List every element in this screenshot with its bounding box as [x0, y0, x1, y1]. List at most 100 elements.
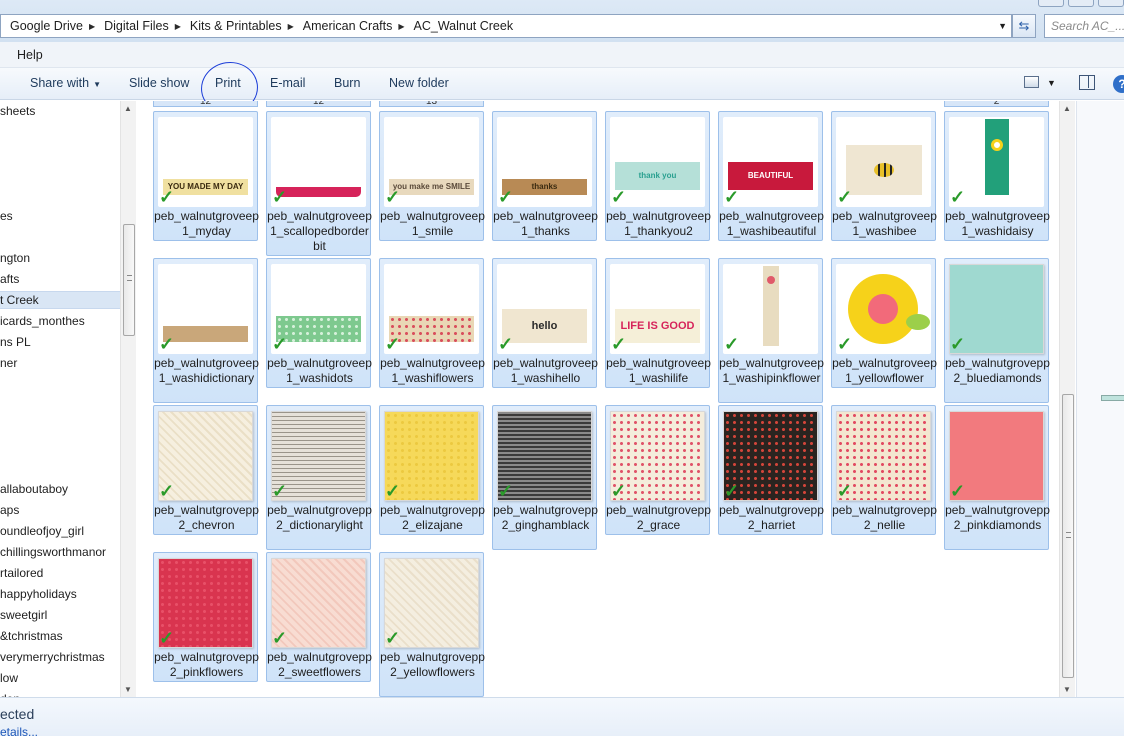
file-name: peb_walnutgrovepp2_nellie	[832, 503, 937, 532]
new-folder-button[interactable]: New folder	[389, 76, 449, 90]
preview-pane	[1076, 101, 1124, 697]
scroll-up-icon[interactable]: ▲	[124, 104, 132, 113]
refresh-icon: ⇆	[1018, 18, 1030, 33]
navigation-scrollbar[interactable]: ▲ ▼	[120, 101, 136, 697]
maximize-button[interactable]	[1068, 0, 1094, 7]
file-item[interactable]: YOU MADE MY DAY ✓ peb_walnutgroveep1_myday	[153, 111, 259, 241]
nav-item[interactable]: low	[0, 671, 18, 685]
sync-check-icon: ✓	[385, 334, 401, 354]
view-options-icon[interactable]	[1024, 76, 1039, 88]
sync-check-icon: ✓	[385, 481, 401, 501]
file-item-partial[interactable]: 12	[153, 101, 258, 107]
file-item[interactable]: ✓ peb_walnutgrovepp2_sweetflowers	[266, 552, 372, 682]
bee-icon	[846, 145, 922, 195]
nav-item[interactable]: ner	[0, 356, 17, 370]
file-name: peb_walnutgrovepp2_pinkdiamonds	[945, 503, 1050, 532]
file-item[interactable]: ✓ peb_walnutgrovepp2_harriet	[718, 405, 824, 535]
file-item[interactable]: ✓ peb_walnutgrovepp2_chevron	[153, 405, 259, 535]
file-item[interactable]: you make me SMILE ✓ peb_walnutgroveep1_smi…	[379, 111, 485, 241]
breadcrumb-item[interactable]: AC_Walnut Creek	[405, 19, 520, 33]
close-button[interactable]	[1098, 0, 1124, 7]
file-item-partial[interactable]: 12	[266, 101, 371, 107]
file-item[interactable]: ✓ peb_walnutgrovepp2_pinkflowers	[153, 552, 259, 682]
search-input[interactable]: Search AC_...	[1044, 14, 1124, 38]
nav-item[interactable]: chillingsworthmanor	[0, 545, 106, 559]
file-name: peb_walnutgroveep1_washidaisy	[945, 209, 1050, 238]
sync-check-icon: ✓	[498, 334, 514, 354]
slide-show-button[interactable]: Slide show	[129, 76, 189, 90]
nav-item[interactable]: sheets	[0, 104, 35, 118]
file-item[interactable]: ✓ peb_walnutgroveep1_washiflowers	[379, 258, 485, 388]
scroll-down-icon[interactable]: ▼	[124, 685, 132, 694]
file-item[interactable]: thank you ✓ peb_walnutgroveep1_thankyou2	[605, 111, 711, 241]
refresh-button[interactable]: ⇆	[1012, 14, 1036, 38]
file-name: peb_walnutgrovepp2_chevron	[154, 503, 259, 532]
minimize-button[interactable]	[1038, 0, 1064, 7]
help-icon[interactable]: ?	[1113, 75, 1124, 93]
nav-item[interactable]: afts	[0, 272, 19, 286]
file-name: peb_walnutgrovepp2_dictionarylight	[267, 503, 372, 532]
file-item-partial[interactable]: 2	[944, 101, 1049, 107]
nav-item[interactable]: verymerrychristmas	[0, 650, 105, 664]
file-name: peb_walnutgroveep1_scallopedborderbit	[267, 209, 372, 253]
share-with-button[interactable]: Share with ▼	[30, 76, 101, 90]
show-details-link[interactable]: etails...	[0, 725, 38, 736]
file-item[interactable]: ✓ peb_walnutgrovepp2_grace	[605, 405, 711, 535]
breadcrumb-item[interactable]: American Crafts	[294, 19, 399, 33]
file-item[interactable]: ✓ peb_walnutgroveep1_washipinkflower	[718, 258, 824, 403]
nav-item[interactable]: oundleofjoy_girl	[0, 524, 84, 538]
nav-item[interactable]: sweetgirl	[0, 608, 47, 622]
chevron-down-icon[interactable]: ▼	[1047, 78, 1056, 88]
file-item[interactable]: ✓ peb_walnutgroveep1_washidictionary	[153, 258, 259, 403]
file-item[interactable]: ✓ peb_walnutgrovepp2_bluediamonds	[944, 258, 1050, 403]
file-item[interactable]: LIFE IS GOOD ✓ peb_walnutgroveep1_washilif…	[605, 258, 711, 388]
nav-item[interactable]: aps	[0, 503, 19, 517]
file-item[interactable]: ✓ peb_walnutgroveep1_washidots	[266, 258, 372, 388]
file-item[interactable]: hello ✓ peb_walnutgroveep1_washihello	[492, 258, 598, 388]
file-item[interactable]: ✓ peb_walnutgroveep1_washibee	[831, 111, 937, 241]
nav-item[interactable]: t Creek	[0, 291, 120, 309]
sync-check-icon: ✓	[498, 187, 514, 207]
scrollbar-thumb[interactable]	[123, 224, 135, 336]
sync-check-icon: ✓	[611, 187, 627, 207]
file-item-partial[interactable]: 13	[379, 101, 484, 107]
nav-item[interactable]: es	[0, 209, 13, 223]
email-button[interactable]: E-mail	[270, 76, 305, 90]
breadcrumb-item[interactable]: Digital Files	[95, 19, 175, 33]
file-item[interactable]: ✓ peb_walnutgrovepp2_elizajane	[379, 405, 485, 535]
breadcrumb[interactable]: Google Drive ▶ Digital Files ▶ Kits & Pr…	[0, 14, 1012, 38]
file-item[interactable]: ✓ peb_walnutgroveep1_scallopedborderbit	[266, 111, 372, 256]
sync-check-icon: ✓	[611, 481, 627, 501]
breadcrumb-item[interactable]: Kits & Printables	[181, 19, 288, 33]
file-item[interactable]: ✓ peb_walnutgrovepp2_dictionarylight	[266, 405, 372, 550]
scrollbar-thumb[interactable]	[1062, 394, 1074, 678]
nav-item[interactable]: rtailored	[0, 566, 43, 580]
file-item[interactable]: ✓ peb_walnutgrovepp2_pinkdiamonds	[944, 405, 1050, 550]
nav-item[interactable]: ns PL	[0, 335, 31, 349]
menu-help[interactable]: Help	[17, 48, 43, 62]
nav-item[interactable]: &tchristmas	[0, 629, 63, 643]
thumbnail-tag	[163, 326, 248, 342]
file-list-scrollbar[interactable]: ▲ ▼	[1059, 101, 1075, 697]
file-name: peb_walnutgroveep1_washipinkflower	[719, 356, 824, 385]
sync-check-icon: ✓	[837, 334, 853, 354]
address-history-dropdown-icon[interactable]: ▼	[998, 21, 1007, 31]
breadcrumb-item[interactable]: Google Drive	[1, 19, 89, 33]
scroll-up-icon[interactable]: ▲	[1063, 104, 1071, 113]
nav-item[interactable]: icards_monthes	[0, 314, 85, 328]
burn-button[interactable]: Burn	[334, 76, 360, 90]
file-item[interactable]: thanks ✓ peb_walnutgroveep1_thanks	[492, 111, 598, 241]
file-item[interactable]: ✓ peb_walnutgroveep1_yellowflower	[831, 258, 937, 388]
scroll-down-icon[interactable]: ▼	[1063, 685, 1071, 694]
sync-check-icon: ✓	[498, 481, 514, 501]
nav-item[interactable]: ngton	[0, 251, 30, 265]
file-item[interactable]: ✓ peb_walnutgroveep1_washidaisy	[944, 111, 1050, 241]
file-item[interactable]: ✓ peb_walnutgrovepp2_ginghamblack	[492, 405, 598, 550]
preview-pane-icon[interactable]	[1079, 75, 1095, 90]
file-item[interactable]: ✓ peb_walnutgrovepp2_nellie	[831, 405, 937, 535]
nav-item[interactable]: allaboutaboy	[0, 482, 68, 496]
nav-item[interactable]: happyholidays	[0, 587, 77, 601]
sync-check-icon: ✓	[159, 334, 175, 354]
file-item[interactable]: BEAUTIFUL ✓ peb_walnutgroveep1_washibeauti…	[718, 111, 824, 241]
file-item[interactable]: ✓ peb_walnutgrovepp2_yellowflowers	[379, 552, 485, 697]
